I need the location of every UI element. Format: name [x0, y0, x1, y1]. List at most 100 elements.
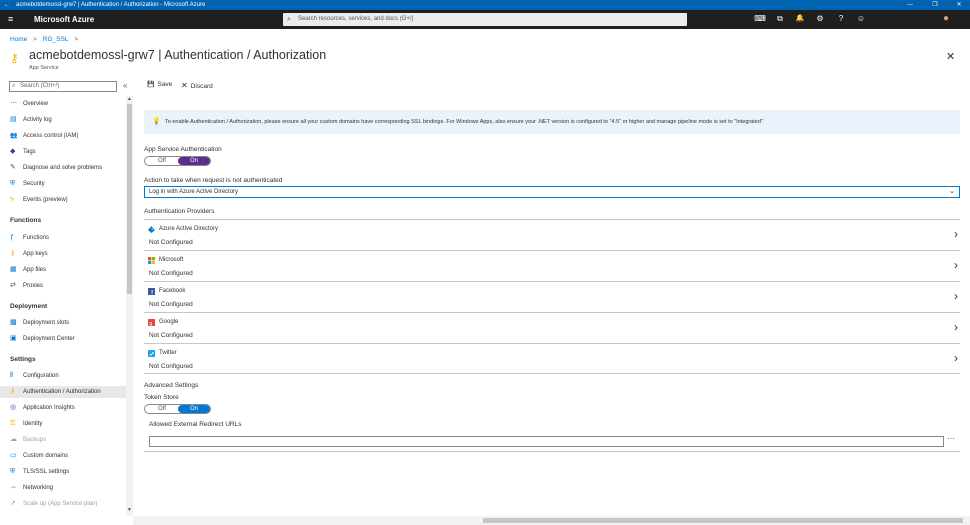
sidebar-item-authentication[interactable]: ⚷ Authentication / Authorization	[0, 386, 126, 398]
configuration-icon: ⦀	[10, 372, 14, 379]
global-search-input[interactable]: ⌕ Search resources, services, and docs (…	[283, 13, 687, 26]
sidebar-item-label: Custom domains	[23, 453, 69, 459]
sidebar-item-activity-log[interactable]: ▤ Activity log	[10, 114, 126, 126]
sidebar-item-events[interactable]: ϟ Events (preview)	[10, 194, 126, 206]
sidebar-item-label: Overview	[23, 101, 49, 107]
app-auth-toggle[interactable]: Off On	[144, 156, 211, 166]
sidebar-item-label: Backups	[23, 437, 47, 443]
breadcrumb-home[interactable]: Home	[10, 36, 27, 43]
token-store-toggle[interactable]: Off On	[144, 404, 211, 414]
redirect-url-input[interactable]	[149, 436, 944, 447]
sidebar-item-deployment-slots[interactable]: ▩ Deployment slots	[10, 317, 126, 329]
sidebar-item-overview[interactable]: ⋯ Overview	[10, 98, 126, 110]
discard-icon: ✕	[181, 81, 188, 90]
sidebar-item-deployment-center[interactable]: ▣ Deployment Center	[10, 333, 126, 345]
provider-row-aad[interactable]: Azure Active Directory Not Configured ›	[144, 219, 960, 250]
bell-icon[interactable]: 🔔	[794, 14, 806, 24]
sidebar-item-networking[interactable]: ⇔ Networking	[10, 482, 126, 494]
scroll-up-icon[interactable]: ▲	[126, 96, 133, 102]
sidebar-item-label: Deployment Center	[23, 336, 75, 342]
sidebar-search-input[interactable]: ⌕ Search (Ctrl+/)	[9, 81, 117, 92]
window-close-icon[interactable]: ✕	[953, 0, 965, 10]
sidebar-item-iam[interactable]: 👥 Access control (IAM)	[10, 130, 126, 142]
breadcrumb-rg[interactable]: RG_SSL	[43, 36, 69, 43]
discard-button[interactable]: ✕ Discard	[181, 81, 213, 90]
provider-row-facebook[interactable]: f Facebook Not Configured ›	[144, 281, 960, 312]
provider-name: Google	[159, 319, 179, 325]
aad-icon	[148, 226, 155, 233]
token-store-off-option[interactable]: Off	[146, 405, 178, 413]
advanced-settings-header: Advanced Settings	[144, 382, 199, 389]
app-auth-on-option[interactable]: On	[178, 157, 210, 165]
microsoft-icon	[148, 257, 155, 264]
network-icon: ⇔	[10, 484, 17, 491]
provider-row-twitter[interactable]: Twitter Not Configured ›	[144, 343, 960, 374]
feedback-icon[interactable]: ☺	[855, 14, 867, 24]
providers-header: Authentication Providers	[144, 208, 215, 215]
scroll-down-icon[interactable]: ▼	[126, 507, 133, 513]
wrench-icon: ✎	[10, 164, 16, 171]
sidebar-item-label: Deployment slots	[23, 320, 70, 326]
files-icon: ▦	[10, 266, 17, 273]
provider-status: Not Configured	[149, 332, 193, 339]
sidebar-item-scale-up[interactable]: ↗ Scale up (App Service plan)	[10, 498, 126, 510]
help-icon[interactable]: ?	[835, 14, 847, 24]
directory-icon[interactable]: ⧉	[774, 14, 786, 24]
sidebar-item-label: Application Insights	[23, 405, 75, 411]
back-arrow-icon[interactable]: ←	[4, 0, 10, 10]
minimize-icon[interactable]: —	[904, 0, 916, 10]
close-icon[interactable]: ✕	[946, 50, 955, 63]
sidebar-item-security[interactable]: ⛨ Security	[10, 178, 126, 190]
sidebar-item-app-insights[interactable]: ◎ Application Insights	[10, 402, 126, 414]
cloud-shell-icon[interactable]: ⌨	[754, 14, 766, 24]
sidebar-item-label: Tags	[23, 149, 36, 155]
breadcrumb-separator: >	[74, 36, 79, 43]
scrollbar-thumb[interactable]	[483, 518, 963, 523]
sidebar-item-label: Activity log	[23, 117, 52, 123]
gear-icon[interactable]: ⚙	[814, 14, 826, 24]
window-title: acmebotdemossl-grw7 | Authentication / A…	[16, 2, 206, 8]
function-icon: ƒ	[10, 234, 14, 241]
action-dropdown[interactable]: Log in with Azure Active Directory ⌄	[144, 186, 960, 198]
deployment-center-icon: ▣	[10, 335, 17, 342]
sidebar-item-tags[interactable]: ◆ Tags	[10, 146, 126, 158]
sidebar-group-functions: Functions	[10, 217, 42, 224]
shield-icon: ⛨	[10, 180, 16, 187]
restore-icon[interactable]: ❐	[929, 0, 941, 10]
sidebar-item-configuration[interactable]: ⦀ Configuration	[10, 370, 126, 382]
save-button[interactable]: 💾 Save	[147, 81, 172, 88]
scrollbar-thumb[interactable]	[127, 104, 132, 294]
sidebar-item-backups[interactable]: ☁ Backups	[10, 434, 126, 446]
sidebar-item-diagnose[interactable]: ✎ Diagnose and solve problems	[10, 162, 126, 174]
horizontal-scrollbar[interactable]	[133, 516, 970, 525]
sidebar-scrollbar[interactable]: ▲ ▼	[126, 96, 133, 516]
portal-brand[interactable]: Microsoft Azure	[34, 15, 94, 24]
sidebar-item-proxies[interactable]: ⇄ Proxies	[10, 280, 126, 292]
divider	[144, 451, 960, 452]
overview-icon: ⋯	[10, 100, 17, 107]
app-auth-off-option[interactable]: Off	[146, 157, 178, 165]
sidebar-item-tls-ssl[interactable]: ⛨ TLS/SSL settings	[10, 466, 126, 478]
more-icon[interactable]: ···	[947, 434, 955, 443]
token-store-on-option[interactable]: On	[178, 405, 210, 413]
sidebar-item-app-keys[interactable]: ⚷ App keys	[10, 248, 126, 260]
svg-text:g: g	[149, 321, 152, 326]
sidebar-item-identity[interactable]: ⚿ Identity	[10, 418, 126, 430]
avatar[interactable]: ●	[940, 14, 952, 24]
chevron-right-icon: ›	[954, 289, 958, 303]
provider-row-microsoft[interactable]: Microsoft Not Configured ›	[144, 250, 960, 281]
sidebar-item-functions[interactable]: ƒ Functions	[10, 232, 126, 244]
sidebar-item-app-files[interactable]: ▦ App files	[10, 264, 126, 276]
facebook-icon: f	[148, 288, 155, 297]
menu-icon[interactable]: ≡	[8, 14, 13, 24]
key-icon: ⚷	[10, 250, 16, 257]
sidebar-item-label: Scale up (App Service plan)	[23, 501, 98, 507]
collapse-sidebar-icon[interactable]: «	[123, 81, 127, 90]
sidebar-item-custom-domains[interactable]: ▭ Custom domains	[10, 450, 126, 462]
chevron-down-icon: ⌄	[949, 188, 955, 195]
provider-row-google[interactable]: g Google Not Configured ›	[144, 312, 960, 343]
sidebar-item-label: App files	[23, 267, 47, 273]
identity-icon: ⚿	[10, 420, 16, 427]
provider-name: Microsoft	[159, 257, 184, 263]
discard-label: Discard	[190, 83, 213, 90]
